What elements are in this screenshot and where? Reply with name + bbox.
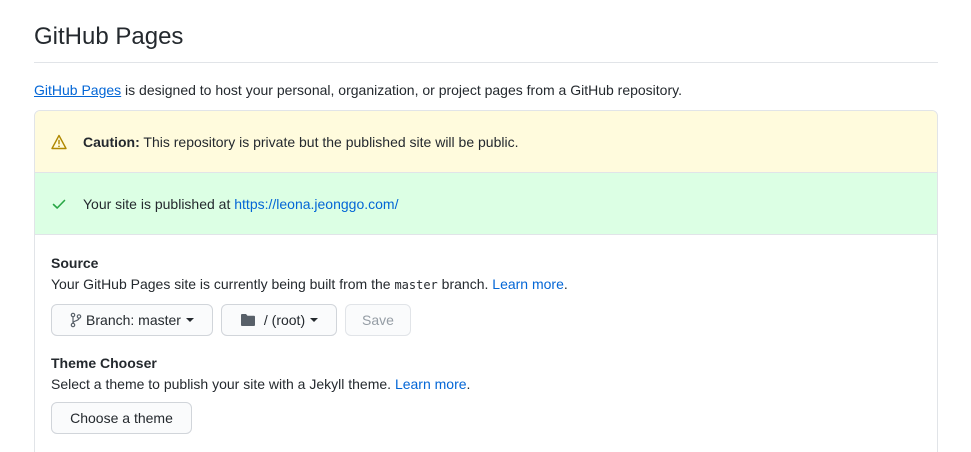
- page-title: GitHub Pages: [34, 23, 184, 50]
- folder-select-label: / (root): [263, 312, 306, 328]
- source-desc-text-2: branch.: [437, 276, 493, 292]
- source-section: Source Your GitHub Pages site is current…: [51, 254, 568, 294]
- source-period: .: [563, 276, 568, 292]
- folder-select-button[interactable]: / (root): [221, 304, 337, 336]
- branch-select-button[interactable]: Branch: master: [51, 304, 213, 336]
- branch-code: master: [394, 278, 438, 292]
- folder-icon: [240, 313, 256, 327]
- published-text: Your site is published at: [83, 195, 235, 212]
- github-pages-settings: GitHub Pages GitHub Pages is designed to…: [0, 0, 971, 452]
- intro-description: is designed to host your personal, organ…: [121, 82, 682, 98]
- source-desc-text: Your GitHub Pages site is currently bein…: [51, 276, 395, 292]
- theme-title: Theme Chooser: [51, 355, 157, 371]
- check-icon: [51, 196, 67, 212]
- theme-learn-more-link[interactable]: Learn more: [395, 376, 467, 392]
- chevron-down-icon: [310, 318, 319, 322]
- chevron-down-icon: [185, 318, 194, 322]
- title-divider: [34, 62, 938, 63]
- source-learn-more-link[interactable]: Learn more: [492, 276, 564, 292]
- source-controls: Branch: master / (root) Save: [51, 304, 411, 336]
- choose-theme-button[interactable]: Choose a theme: [51, 402, 192, 434]
- theme-controls: Choose a theme: [51, 402, 192, 434]
- caution-message: Caution: This repository is private but …: [83, 134, 518, 150]
- source-title: Source: [51, 255, 99, 271]
- caution-text: This repository is private but the publi…: [139, 133, 519, 150]
- source-description: Your GitHub Pages site is currently bein…: [51, 275, 568, 294]
- theme-description: Select a theme to publish your site with…: [51, 375, 470, 393]
- git-branch-icon: [70, 312, 82, 328]
- github-pages-link[interactable]: GitHub Pages: [34, 82, 121, 98]
- alert-icon: [51, 134, 67, 150]
- theme-section: Theme Chooser Select a theme to publish …: [51, 354, 470, 393]
- intro-text: GitHub Pages is designed to host your pe…: [34, 81, 682, 99]
- save-button[interactable]: Save: [345, 304, 411, 336]
- branch-select-label: Branch: master: [86, 312, 181, 328]
- caution-label: Caution:: [83, 133, 140, 150]
- pages-settings-box: Caution: This repository is private but …: [34, 110, 938, 452]
- theme-desc-text: Select a theme to publish your site with…: [51, 376, 395, 392]
- published-message: Your site is published at https://leona.…: [83, 196, 398, 212]
- published-url-link[interactable]: https://leona.jeonggo.com/: [234, 196, 398, 212]
- caution-flash: Caution: This repository is private but …: [35, 111, 937, 173]
- theme-period: .: [466, 376, 471, 392]
- published-flash: Your site is published at https://leona.…: [35, 173, 937, 235]
